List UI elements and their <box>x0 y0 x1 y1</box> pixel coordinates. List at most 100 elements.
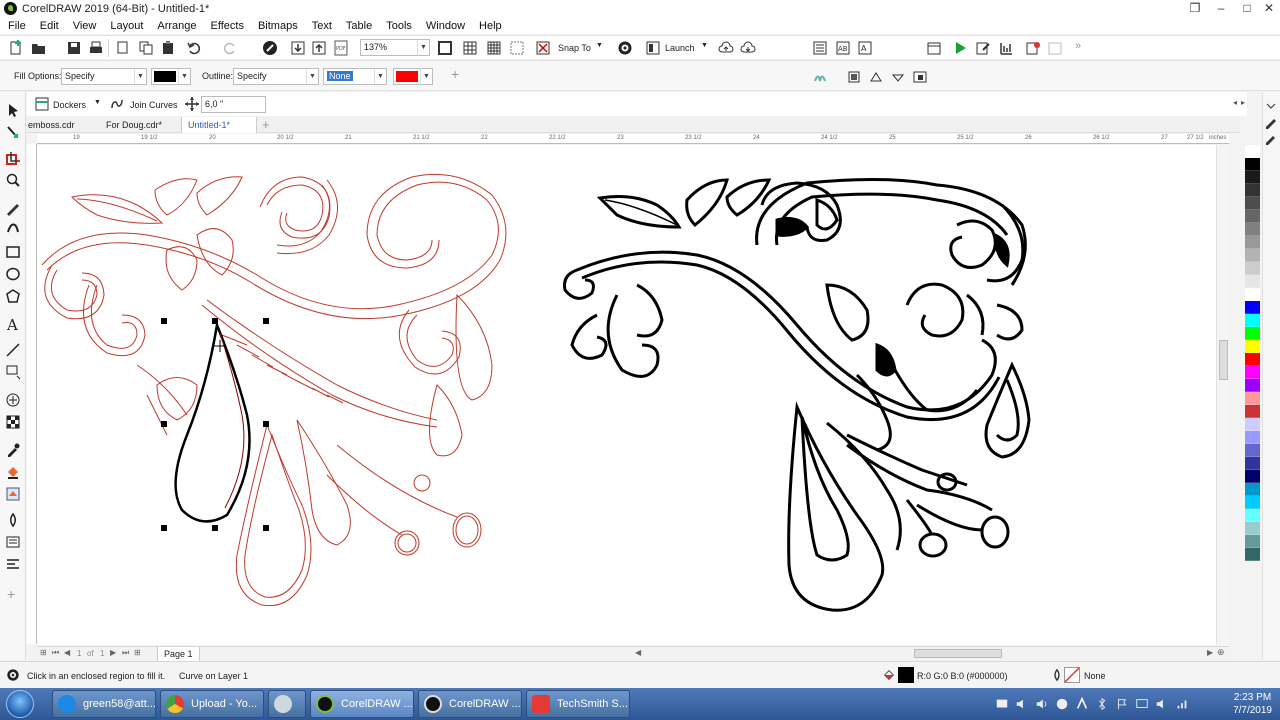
edit-macro-icon[interactable] <box>975 40 991 56</box>
palette-swatch[interactable] <box>1245 249 1260 262</box>
taskbar-ie-window[interactable]: green58@att... <box>52 690 156 718</box>
menu-chevron-icon[interactable] <box>1263 98 1279 114</box>
vertical-scroll-thumb[interactable] <box>1219 340 1228 380</box>
new-document-icon[interactable] <box>8 40 24 56</box>
chevron-down-icon[interactable]: ▼ <box>94 99 101 106</box>
palette-swatch[interactable] <box>1245 366 1260 379</box>
intersect-icon[interactable] <box>912 69 928 85</box>
palette-swatch[interactable] <box>1245 340 1260 353</box>
chevron-down-icon[interactable]: ▼ <box>701 42 708 49</box>
tray-network-bars-icon[interactable] <box>1175 697 1189 711</box>
palette-swatch[interactable] <box>1245 470 1260 483</box>
print-icon[interactable] <box>88 40 104 56</box>
palette-swatch[interactable] <box>1245 314 1260 327</box>
calendar-icon[interactable] <box>926 40 942 56</box>
palette-swatch[interactable] <box>1245 223 1260 236</box>
trim-icon[interactable] <box>890 69 906 85</box>
menu-arrange[interactable]: Arrange <box>157 20 196 32</box>
vertical-scrollbar[interactable] <box>1216 145 1229 645</box>
launch-label[interactable]: Launch <box>665 43 695 53</box>
open-icon[interactable] <box>31 40 47 56</box>
fill-color-picker[interactable]: ▼ <box>151 68 191 85</box>
scroll-right-icon[interactable]: ▶ <box>1207 648 1213 657</box>
palette-swatch[interactable] <box>1245 418 1260 431</box>
export-icon[interactable] <box>311 40 327 56</box>
add-icon[interactable]: + <box>451 66 459 82</box>
scroll-left-icon[interactable]: ◂ <box>1233 98 1237 107</box>
last-page-icon[interactable]: ⏭ <box>122 648 129 658</box>
stop-macro-icon[interactable] <box>1047 40 1063 56</box>
tray-bluetooth-icon[interactable] <box>1095 697 1109 711</box>
tray-volume-icon[interactable] <box>1015 697 1029 711</box>
minimize-button[interactable]: – <box>1208 0 1234 18</box>
tab-emboss[interactable]: emboss.cdr <box>28 117 103 133</box>
tab-untitled-1[interactable]: Untitled-1* <box>181 117 257 133</box>
palette-swatch[interactable] <box>1245 535 1260 548</box>
snap-to-label[interactable]: Snap To <box>558 43 591 53</box>
overflow-chevron-icon[interactable]: » <box>1075 40 1081 52</box>
outline-mode-select[interactable]: Specify ▼ <box>233 68 319 85</box>
menu-help[interactable]: Help <box>479 20 502 32</box>
upload-cloud-icon[interactable] <box>718 40 734 56</box>
status-outline-swatch[interactable] <box>1064 667 1080 683</box>
menu-window[interactable]: Window <box>426 20 465 32</box>
play-icon[interactable] <box>952 40 968 56</box>
smart-fill-icon[interactable] <box>812 69 828 85</box>
cut-icon[interactable] <box>115 40 131 56</box>
artwork-svg[interactable] <box>37 145 1215 645</box>
settings-gear-icon[interactable] <box>6 668 20 682</box>
first-page-icon[interactable]: ⏮ <box>52 648 59 658</box>
redo-icon[interactable] <box>222 40 238 56</box>
selected-curve[interactable] <box>161 318 269 531</box>
search-content-icon[interactable] <box>262 40 278 56</box>
palette-swatch[interactable] <box>1245 457 1260 470</box>
parallel-dimension-icon[interactable] <box>5 342 21 358</box>
tray-skype-icon[interactable] <box>1055 697 1069 711</box>
eyedropper-tool-icon[interactable] <box>5 442 21 458</box>
record-macro-icon[interactable] <box>1025 40 1041 56</box>
palette-swatch[interactable] <box>1245 548 1260 561</box>
horizontal-scroll-thumb[interactable] <box>914 649 1002 658</box>
tab-for-doug[interactable]: For Doug.cdr* <box>106 117 186 133</box>
save-icon[interactable] <box>66 40 82 56</box>
taskbar-misc-window[interactable] <box>268 690 306 718</box>
palette-swatch[interactable] <box>1245 431 1260 444</box>
cloud-download-icon[interactable] <box>740 40 756 56</box>
palette-swatch[interactable] <box>1245 405 1260 418</box>
transparency-tool-icon[interactable] <box>5 414 21 430</box>
paste-icon[interactable] <box>160 40 176 56</box>
close-button[interactable]: ✕ <box>1256 0 1280 18</box>
palette-swatch[interactable] <box>1245 197 1260 210</box>
zoom-level-combo[interactable]: 137% ▼ <box>360 39 430 56</box>
new-tab-icon[interactable]: + <box>262 117 270 132</box>
object-properties-icon[interactable] <box>5 534 21 550</box>
tray-speaker-icon[interactable] <box>1035 697 1049 711</box>
show-grid-icon[interactable] <box>486 40 502 56</box>
text-tool-icon[interactable]: A <box>5 316 21 332</box>
page-add-end-icon[interactable]: ⊞ <box>134 648 141 657</box>
start-button[interactable] <box>6 690 34 718</box>
menu-effects[interactable]: Effects <box>211 20 244 32</box>
tray-adobe-icon[interactable] <box>1075 697 1089 711</box>
horizontal-ruler[interactable]: 19 19 1/2 20 20 1/2 21 21 1/2 22 22 1/2 … <box>37 134 1229 144</box>
weld-icon[interactable] <box>868 69 884 85</box>
full-screen-preview-icon[interactable] <box>437 40 453 56</box>
tray-sound-icon[interactable] <box>1155 697 1169 711</box>
taskbar-coreldraw-window-1[interactable]: CorelDRAW ... <box>310 690 414 718</box>
palette-swatch[interactable] <box>1245 483 1260 496</box>
palette-swatch[interactable] <box>1245 327 1260 340</box>
add-tool-icon[interactable]: + <box>7 586 15 602</box>
palette-swatch[interactable] <box>1245 444 1260 457</box>
outline-pen-icon[interactable] <box>5 512 21 528</box>
options-gear-icon[interactable] <box>617 40 633 56</box>
drop-shadow-icon[interactable] <box>5 392 21 408</box>
pick-tool-icon[interactable] <box>5 102 21 118</box>
taskbar-techsmith-window[interactable]: TechSmith S... <box>526 690 630 718</box>
fill-mode-select[interactable]: Specify ▼ <box>61 68 147 85</box>
page-tab-1[interactable]: Page 1 <box>157 647 200 661</box>
shape-tool-icon[interactable] <box>5 124 21 140</box>
palette-swatch[interactable] <box>1245 301 1260 314</box>
align-distribute-icon[interactable] <box>5 556 21 572</box>
publish-pdf-icon[interactable]: PDF <box>333 40 349 56</box>
palette-swatch[interactable] <box>1245 171 1260 184</box>
